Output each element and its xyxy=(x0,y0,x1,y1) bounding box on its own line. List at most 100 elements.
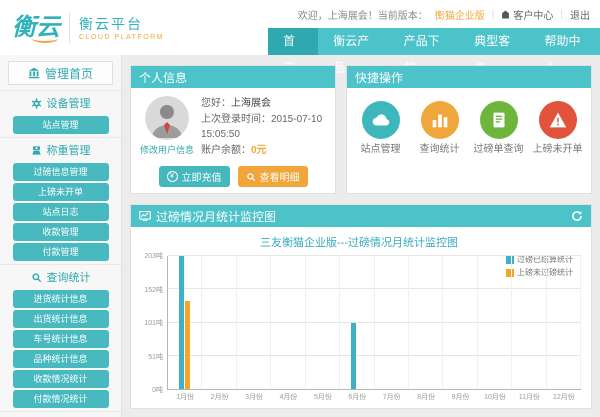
sidebar-item-weigh-no-ticket[interactable]: 上磅未开单 xyxy=(13,183,109,201)
chart-header-left: 过磅情况月统计监控图 xyxy=(139,208,276,225)
chart-y-axis: 0吨51吨101吨152吨203吨 xyxy=(137,256,167,390)
logo: 衡云 xyxy=(12,16,60,40)
scale-icon xyxy=(31,145,42,156)
nav-help[interactable]: 帮助中心 xyxy=(530,28,600,55)
divider xyxy=(69,13,70,43)
personal-details: 您好：上海展会 上次登录时间：2015-07-10 15:05:50 账户余额：… xyxy=(201,96,327,158)
quick-action-site-management[interactable]: 站点管理 xyxy=(353,101,409,157)
yen-icon: ¥ xyxy=(167,171,178,182)
quick-action-weigh-ticket-query[interactable]: 过磅单查询 xyxy=(471,101,527,157)
brand-subtitle: CLOUD PLATFORM xyxy=(79,34,164,41)
chart-category-group xyxy=(409,256,443,389)
x-tick-label: 8月份 xyxy=(409,392,443,402)
sidebar-item-product-stats[interactable]: 品种统计信息 xyxy=(13,350,109,368)
magnifier-icon xyxy=(31,272,42,283)
view-detail-button[interactable]: 查看明细 xyxy=(238,166,308,187)
x-tick-label: 7月份 xyxy=(375,392,409,402)
sidebar-item-admin-home[interactable]: 管理首页 xyxy=(8,61,113,85)
sidebar-item-receipts[interactable]: 收款管理 xyxy=(13,223,109,241)
x-tick-label: 9月份 xyxy=(443,392,477,402)
x-tick-label: 2月份 xyxy=(202,392,236,402)
sidebar-item-inbound-stats[interactable]: 进货统计信息 xyxy=(13,290,109,308)
refresh-icon[interactable] xyxy=(571,210,583,222)
sidebar-item-vehicle-stats[interactable]: 车号统计信息 xyxy=(13,330,109,348)
main-nav: 首页 衡云产品 产品下载 典型客户 帮助中心 xyxy=(268,28,600,55)
balance-value: 0元 xyxy=(251,145,267,156)
x-tick-label: 1月份 xyxy=(168,392,202,402)
nav-home[interactable]: 首页 xyxy=(268,28,318,55)
chart-category-group xyxy=(168,256,202,389)
sidebar-item-payment-stats[interactable]: 付款情况统计 xyxy=(13,390,109,408)
sidebar-item-site-management[interactable]: 站点管理 xyxy=(13,116,109,134)
customer-center-link[interactable]: 客户中心 xyxy=(501,7,553,22)
chart-category-group xyxy=(547,256,581,389)
personal-panel-title: 个人信息 xyxy=(139,69,187,86)
avatar xyxy=(145,96,189,140)
magnifier-icon xyxy=(246,172,256,182)
nav-customers[interactable]: 典型客户 xyxy=(459,28,529,55)
last-login-line: 上次登录时间：2015-07-10 xyxy=(201,112,327,128)
quick-action-weighed-no-ticket[interactable]: 上磅未开单 xyxy=(530,101,586,157)
logo-area: 衡云 衡云平台 CLOUD PLATFORM xyxy=(0,0,268,55)
sidebar-section-weighing: 称重管理 过磅信息管理 上磅未开单 站点日志 收款管理 付款管理 xyxy=(0,137,121,261)
top-links: 欢迎，上海展会！当前版本： 衡猫企业版 | 客户中心 | 退出 xyxy=(268,0,600,28)
quick-actions-panel: 快捷操作 站点管理 查询统计 xyxy=(346,65,592,194)
chart-plot xyxy=(167,256,581,390)
sidebar-section-title: 称重管理 xyxy=(0,140,121,161)
x-tick-label: 10月份 xyxy=(478,392,512,402)
chart-panel: 过磅情况月统计监控图 三友衡猫企业版---过磅情况月统计监控图 过磅已结算统计上… xyxy=(130,204,592,409)
x-tick-label: 5月份 xyxy=(306,392,340,402)
x-tick-label: 12月份 xyxy=(547,392,581,402)
sidebar-home-label: 管理首页 xyxy=(45,65,93,82)
y-tick-label: 51吨 xyxy=(148,352,163,362)
chart-category-group xyxy=(306,256,340,389)
chart-x-labels: 1月份2月份3月份4月份5月份6月份7月份8月份9月份10月份11月份12月份 xyxy=(168,392,581,402)
main-content: 个人信息 修改用户信息 您好：上海展会 上次登录时间：2015-07-10 15… xyxy=(122,55,600,417)
nav-downloads[interactable]: 产品下载 xyxy=(389,28,459,55)
recharge-button[interactable]: ¥ 立即充值 xyxy=(159,166,230,187)
edition-link[interactable]: 衡猫企业版 xyxy=(435,7,485,22)
chart-category-group xyxy=(478,256,512,389)
balance-line: 账户余额：0元 xyxy=(201,143,327,159)
last-login-time: 15:05:50 xyxy=(201,127,327,143)
quick-panel-title: 快捷操作 xyxy=(355,69,403,86)
chart-category-group xyxy=(237,256,271,389)
brand-block: 衡云平台 CLOUD PLATFORM xyxy=(79,14,164,41)
x-tick-label: 6月份 xyxy=(340,392,374,402)
last-login-label: 上次登录时间： xyxy=(201,114,271,125)
y-tick-label: 152吨 xyxy=(144,285,163,295)
chart-bar xyxy=(185,301,190,389)
y-tick-label: 101吨 xyxy=(144,318,163,328)
sidebar-item-site-log[interactable]: 站点日志 xyxy=(13,203,109,221)
chart-bar xyxy=(179,256,184,389)
bar-chart-icon xyxy=(421,101,459,139)
sidebar-section-query-stats: 查询统计 进货统计信息 出货统计信息 车号统计信息 品种统计信息 收款情况统计 … xyxy=(0,264,121,408)
sidebar-section-devices: 设备管理 站点管理 xyxy=(0,90,121,134)
sidebar-item-weigh-info[interactable]: 过磅信息管理 xyxy=(13,163,109,181)
logout-link[interactable]: 退出 xyxy=(570,7,590,22)
view-detail-button-label: 查看明细 xyxy=(260,169,300,184)
panel-header: 快捷操作 xyxy=(347,66,591,88)
chart-bar xyxy=(351,323,356,389)
quick-action-query-stats[interactable]: 查询统计 xyxy=(412,101,468,157)
panel-header: 个人信息 xyxy=(131,66,335,88)
y-tick-label: 203吨 xyxy=(144,251,163,261)
top-header: 衡云 衡云平台 CLOUD PLATFORM 欢迎，上海展会！当前版本： 衡猫企… xyxy=(0,0,600,55)
bank-icon xyxy=(28,67,40,79)
welcome-text: 欢迎，上海展会！当前版本： xyxy=(298,7,428,22)
sidebar-item-outbound-stats[interactable]: 出货统计信息 xyxy=(13,310,109,328)
edit-user-link[interactable]: 修改用户信息 xyxy=(139,143,195,156)
balance-label: 账户余额： xyxy=(201,145,251,156)
sidebar-item-payments[interactable]: 付款管理 xyxy=(13,243,109,261)
nav-products[interactable]: 衡云产品 xyxy=(318,28,388,55)
avatar-column: 修改用户信息 xyxy=(139,96,195,158)
document-icon xyxy=(480,101,518,139)
x-tick-label: 11月份 xyxy=(512,392,546,402)
chart-panel-title: 过磅情况月统计监控图 xyxy=(156,208,276,225)
sidebar-item-receipt-stats[interactable]: 收款情况统计 xyxy=(13,370,109,388)
chart-body: 三友衡猫企业版---过磅情况月统计监控图 过磅已结算统计上磅未过磅统计 0吨51… xyxy=(131,227,591,408)
personal-body: 修改用户信息 您好：上海展会 上次登录时间：2015-07-10 15:05:5… xyxy=(131,88,335,193)
sidebar-section-title: 查询统计 xyxy=(0,267,121,288)
panel-header: 过磅情况月统计监控图 xyxy=(131,205,591,227)
monitor-chart-icon xyxy=(139,210,151,222)
